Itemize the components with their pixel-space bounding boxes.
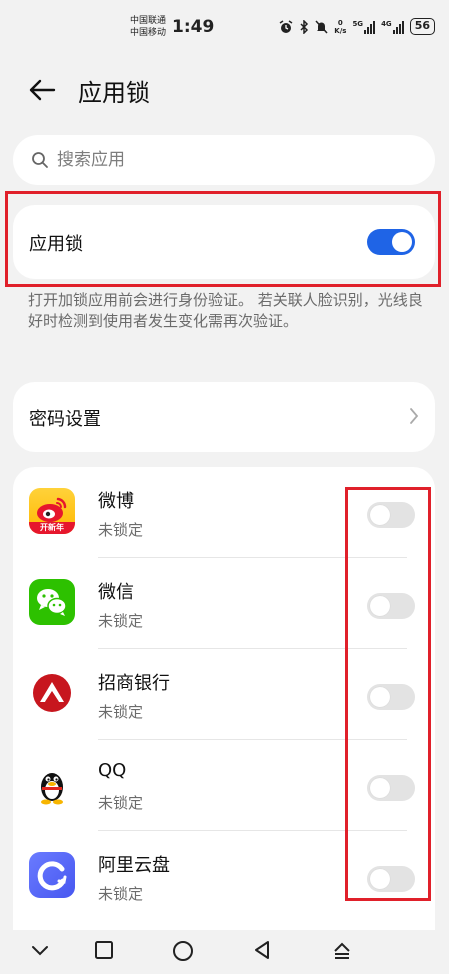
weibo-badge: 开新年 [40,523,64,532]
speed-unit: K/s [334,26,347,35]
search-input[interactable] [57,145,417,175]
cmb-icon [29,670,75,716]
status-bar: 中国联通 中国移动 1:49 0 K/s 5G 4G 56 [0,0,449,58]
system-navigation-bar [0,930,449,974]
search-bar[interactable] [13,135,435,185]
app-name: 微信 [98,582,134,603]
signal-1: 5G [352,19,376,34]
carrier-2: 中国移动 [130,28,167,38]
qq-icon [29,761,75,807]
wechat-icon [29,579,75,625]
hide-navigation-icon[interactable] [332,940,352,960]
highlight-box-app-lock [5,191,441,287]
back-icon[interactable] [252,940,272,960]
alarm-icon [279,19,293,33]
signal-bars-icon [364,20,376,34]
signal-2: 4G [381,20,404,34]
mute-icon [315,19,328,34]
page-title: 应用锁 [78,79,150,107]
app-status: 未锁定 [98,885,144,903]
chevron-down-icon[interactable] [30,940,50,960]
network-speed: 0 K/s [334,19,346,35]
home-icon[interactable] [172,940,194,962]
network-type-1: 5G [352,19,364,28]
battery-indicator: 56 [409,18,435,35]
app-name: 招商银行 [98,673,170,694]
carrier-1: 中国联通 [130,16,167,26]
password-settings-label: 密码设置 [29,409,101,430]
recents-icon[interactable] [94,940,114,960]
app-name: 微博 [98,491,134,512]
app-name: QQ [98,760,127,781]
back-arrow-icon[interactable] [26,74,58,106]
speed-value: 0 [337,18,343,27]
app-status: 未锁定 [98,703,144,721]
app-lock-description: 打开加锁应用前会进行身份验证。 若关联人脸识别，光线良好时检测到使用者发生变化需… [28,291,423,330]
app-status: 未锁定 [98,521,144,539]
carrier-info: 中国联通 中国移动 [130,15,166,39]
status-icons: 0 K/s 5G 4G 56 [279,18,435,35]
app-status: 未锁定 [98,612,144,630]
signal-bars-icon [392,20,404,34]
chevron-right-icon [410,408,419,424]
bluetooth-icon [300,19,309,34]
search-icon [32,152,48,168]
weibo-icon: 开新年 [29,488,75,534]
password-settings-item[interactable]: 密码设置 [13,382,435,452]
app-name: 阿里云盘 [98,855,170,876]
highlight-box-app-switches [345,487,431,901]
app-status: 未锁定 [98,794,144,812]
network-type-2: 4G [381,19,392,28]
aliyun-drive-icon [29,852,75,898]
status-time: 1:49 [172,17,215,37]
